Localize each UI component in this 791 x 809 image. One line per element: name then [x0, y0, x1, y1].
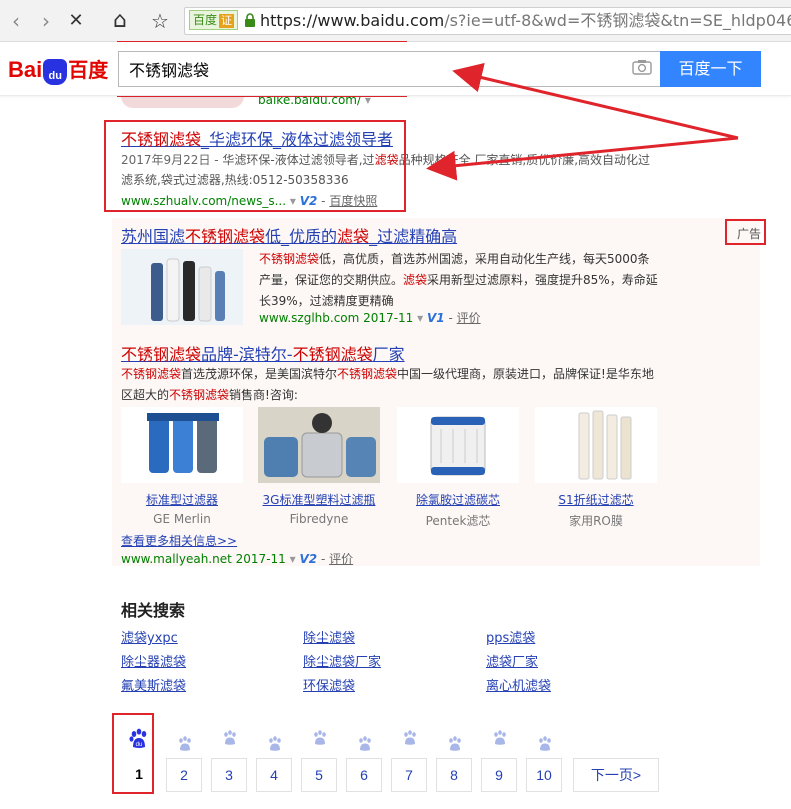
- lock-icon: [245, 13, 256, 27]
- baidu-logo[interactable]: Bai du 百度: [8, 55, 108, 85]
- product-image[interactable]: [397, 407, 519, 483]
- paw-page-icon: [404, 730, 416, 745]
- ad-1-abstract: 不锈钢滤袋低，高优质，首选苏州国滤，采用自动化生产线，每天5000条产量，保证您…: [259, 252, 658, 308]
- paw-page-icon: [449, 736, 461, 751]
- related-search-link[interactable]: 除尘滤袋厂家: [303, 651, 381, 670]
- ad-1-url-row: www.szglhb.com 2017-11 ▾ V1 - 评价: [259, 311, 481, 325]
- previous-result-image: [121, 96, 244, 108]
- related-search-link[interactable]: 环保滤袋: [303, 675, 355, 694]
- ad-2-url[interactable]: www.mallyeah.net: [121, 552, 232, 566]
- product-card[interactable]: S1折纸过滤芯 家用RO膜: [535, 407, 657, 529]
- ad-2-abstract: 不锈钢滤袋首选茂源环保，是美国滨特尔不锈钢滤袋中国一级代理商，原装进口，品牌保证…: [121, 367, 654, 402]
- paw-page-icon: [539, 736, 551, 751]
- ad-1-product-image[interactable]: [121, 249, 243, 325]
- verified-v1-icon[interactable]: V1: [427, 311, 445, 325]
- product-image[interactable]: [258, 407, 380, 483]
- annotation-box-page-one: [112, 713, 154, 794]
- ad-2-url-row: www.mallyeah.net 2017-11 ▾ V2 - 评价: [121, 552, 354, 566]
- paw-page-icon: [179, 736, 191, 751]
- product-image[interactable]: [121, 407, 243, 483]
- search-header: Baidu百度 百度一下: [0, 42, 791, 96]
- more-info-link[interactable]: 查看更多相关信息>>: [121, 532, 237, 549]
- back-icon[interactable]: ‹: [4, 9, 28, 33]
- product-card[interactable]: 标准型过滤器 GE Merlin: [121, 407, 243, 526]
- product-name[interactable]: 标准型过滤器: [121, 491, 243, 508]
- product-card[interactable]: 除氯胺过滤碳芯 Pentek滤芯: [397, 407, 519, 529]
- product-card[interactable]: 3G标准型塑料过滤瓶 Fibredyne: [258, 407, 380, 526]
- page-link[interactable]: 2: [166, 758, 202, 792]
- forward-icon[interactable]: ›: [34, 9, 58, 33]
- product-subtitle: Fibredyne: [289, 512, 349, 526]
- page-link[interactable]: 6: [346, 758, 382, 792]
- address-bar[interactable]: 百度证 https://www.baidu.com/s?ie=utf-8&wd=不…: [184, 7, 791, 35]
- url-host: https://www.baidu.com: [260, 11, 445, 30]
- related-search-link[interactable]: 除尘滤袋: [303, 627, 355, 646]
- review-link[interactable]: 评价: [329, 552, 353, 566]
- related-search-link[interactable]: 氟美斯滤袋: [121, 675, 186, 694]
- related-searches-title: 相关搜索: [121, 601, 186, 620]
- chevron-down-icon[interactable]: ▾: [417, 311, 423, 325]
- ad-2-title-link[interactable]: 不锈钢滤袋品牌-滨特尔-不锈钢滤袋厂家: [121, 341, 405, 365]
- product-image[interactable]: [535, 407, 657, 483]
- product-subtitle: 家用RO膜: [569, 514, 623, 528]
- paw-page-icon: [494, 730, 506, 745]
- verified-v2-icon[interactable]: V2: [299, 552, 317, 566]
- paw-page-icon: [314, 730, 326, 745]
- search-input[interactable]: [119, 52, 660, 86]
- page-link[interactable]: 10: [526, 758, 562, 792]
- url-path: /s?ie=utf-8&wd=不锈钢滤袋&tn=SE_hldp04680_p: [444, 11, 791, 30]
- chevron-down-icon[interactable]: ▾: [290, 552, 296, 566]
- related-search-link[interactable]: pps滤袋: [486, 627, 535, 646]
- camera-icon[interactable]: [632, 59, 652, 75]
- paw-logo-icon: du: [43, 59, 68, 85]
- product-name[interactable]: 除氯胺过滤碳芯: [397, 491, 519, 508]
- search-button[interactable]: 百度一下: [660, 51, 761, 87]
- product-subtitle: Pentek滤芯: [425, 514, 491, 528]
- product-name[interactable]: 3G标准型塑料过滤瓶: [258, 491, 380, 508]
- page-link[interactable]: 9: [481, 758, 517, 792]
- related-search-link[interactable]: 滤袋yxpc: [121, 627, 178, 646]
- ad-1-url[interactable]: www.szglhb.com: [259, 311, 359, 325]
- stop-loading-icon[interactable]: ✕: [64, 9, 88, 33]
- browser-toolbar: ‹ › ✕ ⌂ ☆ 百度证 https://www.baidu.com/s?ie=…: [0, 0, 791, 42]
- search-box: [118, 51, 660, 87]
- ad-1-title-link[interactable]: 苏州国滤不锈钢滤袋低_优质的滤袋_过滤精确高: [121, 223, 457, 247]
- bookmark-star-icon[interactable]: ☆: [148, 9, 172, 33]
- paw-page-icon: [359, 736, 371, 751]
- home-icon[interactable]: ⌂: [108, 9, 132, 33]
- security-badge[interactable]: 百度证: [189, 10, 239, 30]
- related-search-link[interactable]: 除尘器滤袋: [121, 651, 186, 670]
- next-page-button[interactable]: 下一页>: [573, 758, 659, 792]
- paw-page-icon: [224, 730, 236, 745]
- review-link[interactable]: 评价: [457, 311, 481, 325]
- page-link[interactable]: 7: [391, 758, 427, 792]
- product-subtitle: GE Merlin: [153, 512, 211, 526]
- related-search-link[interactable]: 滤袋厂家: [486, 651, 538, 670]
- paw-page-icon: [269, 736, 281, 751]
- annotation-box-ad-tag: [725, 219, 766, 245]
- page-link[interactable]: 8: [436, 758, 472, 792]
- product-name[interactable]: S1折纸过滤芯: [535, 491, 657, 508]
- page-link[interactable]: 3: [211, 758, 247, 792]
- annotation-box-result: [104, 120, 406, 212]
- related-search-link[interactable]: 离心机滤袋: [486, 675, 551, 694]
- page-link[interactable]: 5: [301, 758, 337, 792]
- page-link[interactable]: 4: [256, 758, 292, 792]
